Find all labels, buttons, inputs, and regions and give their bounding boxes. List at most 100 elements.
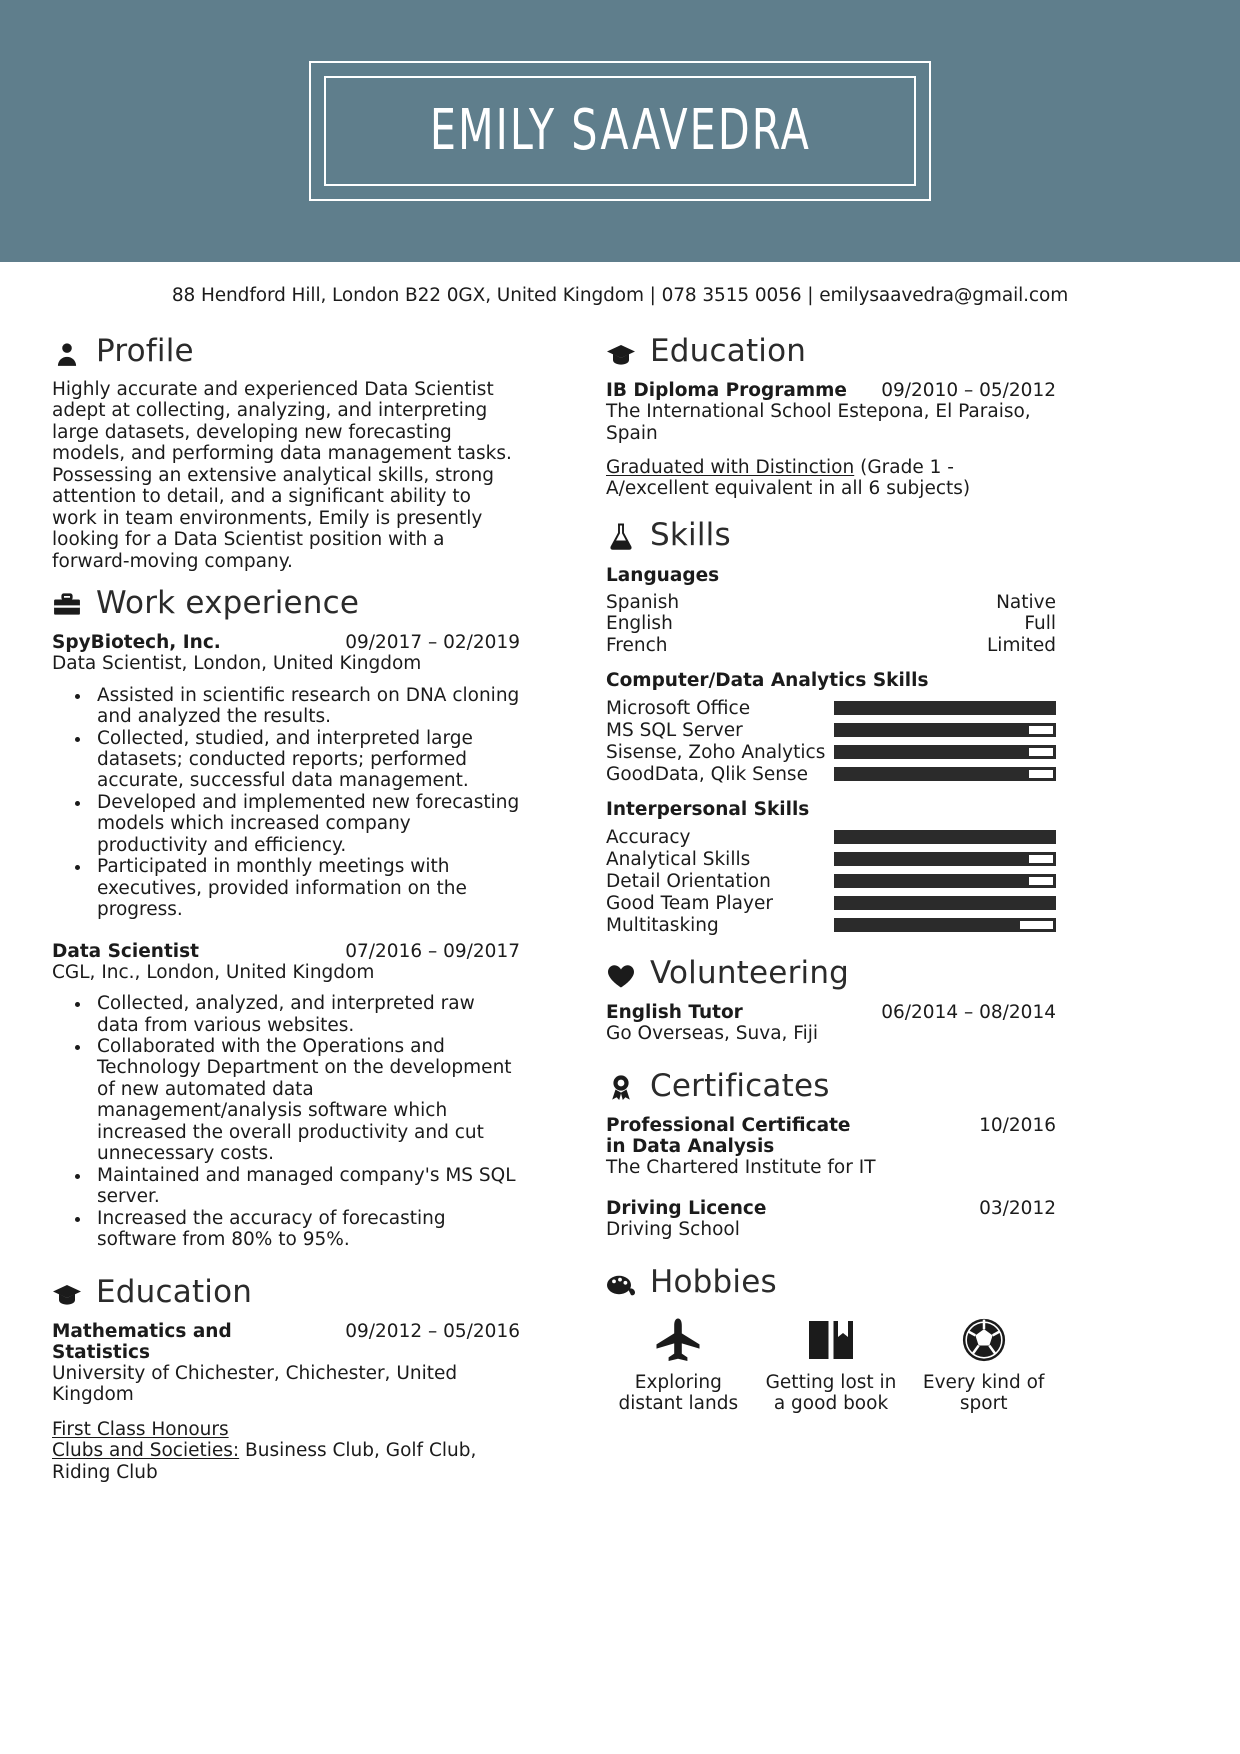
volunteering-organization: Go Overseas, Suva, Fiji <box>606 1023 819 1045</box>
work-role-location: Data Scientist, London, United Kingdom <box>52 653 422 675</box>
profile-text: Highly accurate and experienced Data Sci… <box>52 379 512 572</box>
section-title-education-left: Education <box>96 1273 253 1310</box>
certificate-title: Driving Licence <box>606 1198 767 1220</box>
language-name: French <box>606 634 668 656</box>
skill-row: Microsoft Office <box>606 697 1056 719</box>
skill-row: Detail Orientation <box>606 870 1056 892</box>
skill-name: Analytical Skills <box>606 848 751 870</box>
skill-bar-gap <box>1029 855 1053 864</box>
skill-bar-gap <box>1029 877 1053 886</box>
skill-row: Analytical Skills <box>606 848 1056 870</box>
education-degree: IB Diploma Programme <box>606 380 847 401</box>
skill-level-bar <box>834 723 1056 738</box>
open-book-icon <box>759 1314 904 1366</box>
work-company: SpyBiotech, Inc. <box>52 632 221 654</box>
section-education-right-header: Education <box>606 336 1056 367</box>
certificate-entry: Driving Licence 03/2012 Driving School <box>606 1198 1056 1241</box>
page-title: EMILY SAAVEDRA <box>429 98 811 163</box>
volunteering-entry: English Tutor 06/2014 – 08/2014 Go Overs… <box>606 1002 1056 1045</box>
volunteering-role: English Tutor <box>606 1002 743 1024</box>
skill-name: Good Team Player <box>606 892 773 914</box>
briefcase-icon <box>52 589 82 619</box>
award-ribbon-icon <box>606 1071 636 1101</box>
language-name: English <box>606 613 673 635</box>
certificate-date: 10/2016 <box>979 1114 1056 1136</box>
skill-name: Sisense, Zoho Analytics <box>606 741 826 763</box>
skill-name: Microsoft Office <box>606 697 751 719</box>
education-entry-header: IB Diploma Programme 09/2010 – 05/2012 <box>606 380 1056 401</box>
work-bullets: Collected, analyzed, and interpreted raw… <box>52 993 520 1250</box>
work-entry-header: Data Scientist 07/2016 – 09/2017 <box>52 941 520 962</box>
certificate-issuer: Driving School <box>606 1219 740 1241</box>
hobby-item: Every kind of sport <box>911 1314 1056 1414</box>
skill-bar-gap <box>1029 748 1053 757</box>
section-title-skills: Skills <box>650 516 731 553</box>
hobby-label: Exploring distant lands <box>618 1371 739 1414</box>
skill-bar-gap <box>1020 921 1053 930</box>
section-skills-header: Skills <box>606 516 1056 553</box>
hobby-label: Every kind of sport <box>922 1371 1045 1414</box>
section-volunteering-header: Volunteering <box>606 958 1056 989</box>
work-entry: SpyBiotech, Inc. 09/2017 – 02/2019 Data … <box>52 632 520 921</box>
hobbies-row: Exploring distant lands Getting lost in … <box>606 1314 1056 1414</box>
skill-row: Accuracy <box>606 826 1056 848</box>
volunteering-date: 06/2014 – 08/2014 <box>881 1002 1056 1024</box>
education-date: 09/2012 – 05/2016 <box>345 1320 520 1342</box>
skills-computer-heading: Computer/Data Analytics Skills <box>606 670 929 692</box>
section-profile-header: Profile <box>52 336 520 367</box>
skill-level-bar <box>834 830 1056 845</box>
section-hobbies-header: Hobbies <box>606 1266 1056 1298</box>
graduation-cap-icon <box>606 337 636 367</box>
hobby-label: Getting lost in a good book <box>765 1371 897 1414</box>
education-degree: Mathematics and Statistics <box>52 1320 232 1363</box>
education-entry: IB Diploma Programme 09/2010 – 05/2012 T… <box>606 380 1056 500</box>
work-company: Data Scientist <box>52 940 199 962</box>
section-work-header: Work experience <box>52 588 520 619</box>
airplane-icon <box>606 1314 751 1366</box>
certificate-date: 03/2012 <box>979 1198 1056 1220</box>
resume-body: Profile Highly accurate and experienced … <box>0 320 1240 1483</box>
education-distinction-label: Graduated with Distinction <box>606 456 855 478</box>
education-distinction: Graduated with Distinction (Grade 1 - A/… <box>606 457 1056 500</box>
skill-row: GoodData, Qlik Sense <box>606 763 1056 785</box>
section-education-left-header: Education <box>52 1273 520 1310</box>
skill-name: Multitasking <box>606 914 719 936</box>
education-entry: Mathematics and Statistics 09/2012 – 05/… <box>52 1321 520 1483</box>
skill-name: MS SQL Server <box>606 719 743 741</box>
certificate-title: Professional Certificate in Data Analysi… <box>606 1114 851 1157</box>
language-level: Native <box>996 591 1056 613</box>
skill-level-bar <box>834 852 1056 867</box>
graduation-cap-icon <box>52 1277 82 1307</box>
work-date: 07/2016 – 09/2017 <box>345 940 520 962</box>
list-item: Collected, studied, and interpreted larg… <box>92 728 520 792</box>
section-title-volunteering: Volunteering <box>650 955 850 992</box>
language-level: Full <box>1024 613 1056 635</box>
palette-icon <box>606 1267 636 1297</box>
language-row: French Limited <box>606 635 1056 656</box>
language-name: Spanish <box>606 591 680 613</box>
work-role-location: CGL, Inc., London, United Kingdom <box>52 961 375 983</box>
work-entry: Data Scientist 07/2016 – 09/2017 CGL, In… <box>52 941 520 1251</box>
section-title-work: Work experience <box>96 585 360 622</box>
education-entry-header: Mathematics and Statistics 09/2012 – 05/… <box>52 1321 520 1363</box>
list-item: Collaborated with the Operations and Tec… <box>92 1036 520 1165</box>
education-notes: First Class Honours Clubs and Societies:… <box>52 1419 520 1483</box>
certificate-entry-header: Driving Licence 03/2012 <box>606 1198 1056 1219</box>
work-date: 09/2017 – 02/2019 <box>345 632 520 654</box>
language-level: Limited <box>987 634 1056 656</box>
language-row: Spanish Native <box>606 592 1056 613</box>
certificate-entry-header: Professional Certificate in Data Analysi… <box>606 1115 1056 1157</box>
flask-icon <box>606 520 636 551</box>
soccer-ball-icon <box>911 1314 1056 1366</box>
education-institution: University of Chichester, Chichester, Un… <box>52 1362 458 1406</box>
skill-level-bar <box>834 767 1056 782</box>
certificate-entry: Professional Certificate in Data Analysi… <box>606 1115 1056 1179</box>
right-column: Education IB Diploma Programme 09/2010 –… <box>554 320 1056 1483</box>
volunteering-entry-header: English Tutor 06/2014 – 08/2014 <box>606 1002 1056 1023</box>
section-title-certificates: Certificates <box>650 1067 830 1104</box>
skill-name: GoodData, Qlik Sense <box>606 763 808 785</box>
skill-name: Detail Orientation <box>606 870 771 892</box>
skills-interpersonal-heading: Interpersonal Skills <box>606 799 810 821</box>
section-title-education-right: Education <box>650 333 807 369</box>
hobby-item: Exploring distant lands <box>606 1314 751 1414</box>
